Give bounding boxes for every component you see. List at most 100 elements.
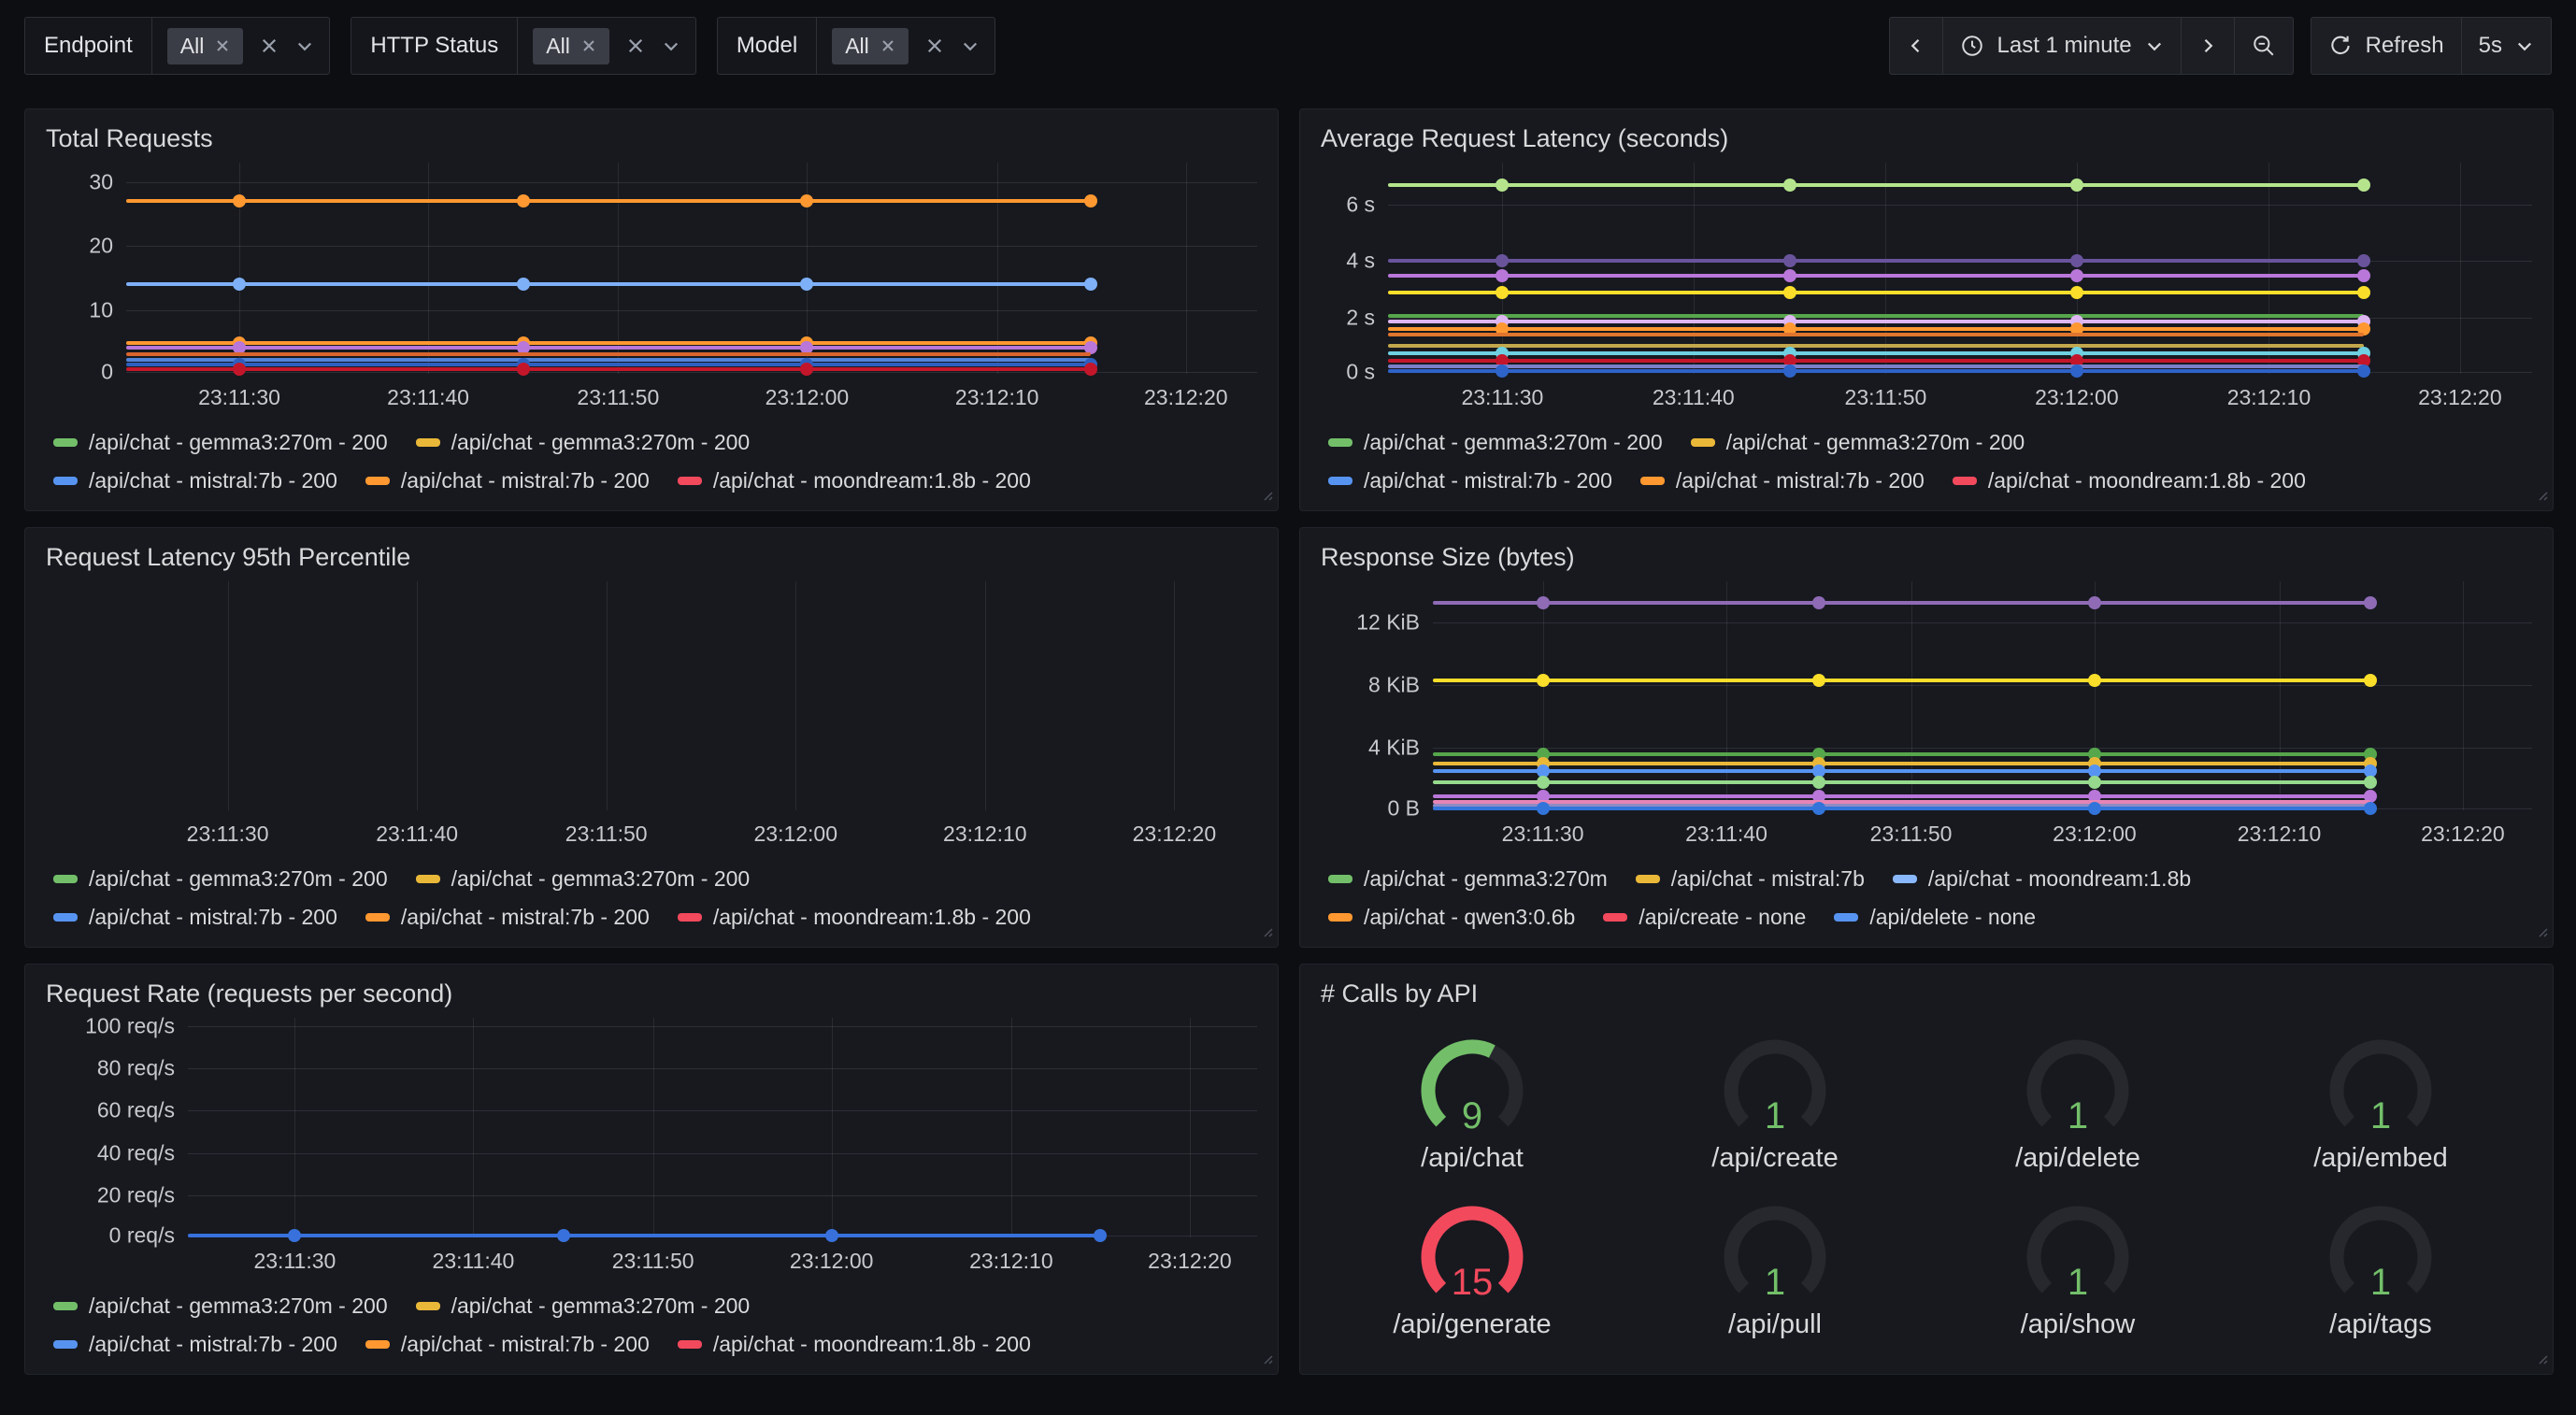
zoom-out-button[interactable] bbox=[2235, 17, 2294, 75]
plot-area[interactable] bbox=[126, 163, 1257, 374]
time-range-picker[interactable]: Last 1 minute bbox=[1943, 17, 2182, 75]
plot-area[interactable] bbox=[1388, 163, 2532, 374]
remove-value-icon[interactable] bbox=[880, 38, 895, 53]
chevron-right-icon bbox=[2198, 36, 2217, 55]
x-axis-tick-label: 23:11:30 bbox=[187, 822, 269, 847]
filter-http-status-value-picker[interactable]: All bbox=[518, 18, 695, 74]
legend-item[interactable]: /api/chat - moondream:1.8b - 200 bbox=[678, 905, 1031, 930]
resize-handle[interactable] bbox=[1260, 488, 1273, 506]
panel-title[interactable]: Average Request Latency (seconds) bbox=[1321, 124, 2532, 153]
resize-handle[interactable] bbox=[2535, 924, 2548, 942]
x-axis-tick-label: 23:11:30 bbox=[1502, 822, 1584, 847]
filter-model-value-picker[interactable]: All bbox=[817, 18, 995, 74]
legend-item[interactable]: /api/delete - none bbox=[1834, 905, 2036, 930]
gridline bbox=[1726, 581, 1727, 810]
plot-area[interactable] bbox=[74, 581, 1257, 810]
legend-item[interactable]: /api/chat - gemma3:270m - 200 bbox=[1328, 430, 1663, 455]
legend-color-chip bbox=[53, 875, 78, 883]
legend-item[interactable]: /api/chat - mistral:7b - 200 bbox=[365, 468, 650, 493]
x-axis-tick-label: 23:12:20 bbox=[2418, 385, 2502, 410]
legend-item[interactable]: /api/chat - moondream:1.8b bbox=[1893, 866, 2191, 892]
filter-chip[interactable]: All bbox=[832, 28, 909, 64]
panel-title[interactable]: Request Latency 95th Percentile bbox=[46, 543, 1257, 572]
filter-chip-label: All bbox=[845, 34, 869, 59]
legend-item[interactable]: /api/chat - gemma3:270m - 200 bbox=[53, 866, 388, 892]
filter-chip[interactable]: All bbox=[167, 28, 244, 64]
panel-title[interactable]: Total Requests bbox=[46, 124, 1257, 153]
refresh-button[interactable]: Refresh bbox=[2311, 17, 2462, 75]
time-range-label: Last 1 minute bbox=[1997, 33, 2132, 59]
legend-item[interactable]: /api/chat - mistral:7b - 200 bbox=[53, 905, 337, 930]
legend-item[interactable]: /api/chat - mistral:7b - 200 bbox=[1328, 468, 1612, 493]
legend-item[interactable]: /api/chat - mistral:7b - 200 bbox=[365, 1332, 650, 1357]
zoom-out-icon bbox=[2252, 34, 2276, 58]
gauge-arc: 9 bbox=[1397, 1031, 1547, 1141]
filter-endpoint-value-picker[interactable]: All bbox=[152, 18, 330, 74]
panel-title[interactable]: # Calls by API bbox=[1321, 979, 2532, 1008]
x-axis-tick-label: 23:12:00 bbox=[790, 1249, 874, 1274]
panel-title[interactable]: Response Size (bytes) bbox=[1321, 543, 2532, 572]
legend-label: /api/chat - mistral:7b - 200 bbox=[89, 1332, 337, 1357]
remove-value-icon[interactable] bbox=[215, 38, 230, 53]
legend-item[interactable]: /api/chat - gemma3:270m bbox=[1328, 866, 1608, 892]
legend-item[interactable]: /api/chat - gemma3:270m - 200 bbox=[416, 430, 751, 455]
legend-color-chip bbox=[53, 1302, 78, 1310]
clear-all-icon[interactable] bbox=[626, 36, 645, 55]
legend-color-chip bbox=[1636, 875, 1660, 883]
chevron-down-icon[interactable] bbox=[295, 36, 314, 55]
x-axis: 23:11:3023:11:4023:11:5023:12:0023:12:10… bbox=[74, 810, 1257, 850]
time-back-button[interactable] bbox=[1889, 17, 1943, 75]
legend-item[interactable]: /api/chat - gemma3:270m - 200 bbox=[416, 1294, 751, 1319]
resize-handle[interactable] bbox=[1260, 924, 1273, 942]
legend-item[interactable]: /api/chat - gemma3:270m - 200 bbox=[416, 866, 751, 892]
chevron-down-icon[interactable] bbox=[961, 36, 980, 55]
chevron-down-icon bbox=[2145, 36, 2164, 55]
series-line bbox=[126, 341, 1091, 345]
gridline bbox=[2268, 163, 2269, 374]
legend-row: /api/chat - gemma3:270m - 200/api/chat -… bbox=[53, 866, 1257, 892]
gridline bbox=[1186, 163, 1187, 374]
plot-wrap bbox=[46, 581, 1257, 810]
legend-item[interactable]: /api/chat - moondream:1.8b - 200 bbox=[678, 1332, 1031, 1357]
legend-item[interactable]: /api/chat - gemma3:270m - 200 bbox=[53, 430, 388, 455]
x-axis-tick-label: 23:12:00 bbox=[753, 822, 837, 847]
legend-item[interactable]: /api/create - none bbox=[1603, 905, 1806, 930]
gauge-arc: 1 bbox=[2306, 1031, 2455, 1141]
legend: /api/chat - gemma3:270m - 200/api/chat -… bbox=[1321, 413, 2532, 499]
legend-item[interactable]: /api/chat - mistral:7b - 200 bbox=[365, 905, 650, 930]
refresh-interval-picker[interactable]: 5s bbox=[2462, 17, 2552, 75]
panel-total-requests: Total Requests 010203023:11:3023:11:4023… bbox=[24, 108, 1279, 511]
gauge-label: /api/delete bbox=[2015, 1143, 2140, 1174]
legend-item[interactable]: /api/chat - moondream:1.8b - 200 bbox=[1953, 468, 2306, 493]
legend-item[interactable]: /api/chat - mistral:7b - 200 bbox=[53, 468, 337, 493]
legend-item[interactable]: /api/chat - gemma3:270m - 200 bbox=[53, 1294, 388, 1319]
gauge-grid-calls-by-api: 9/api/chat1/api/create1/api/delete1/api/… bbox=[1321, 1008, 2532, 1363]
resize-handle[interactable] bbox=[2535, 488, 2548, 506]
legend-item[interactable]: /api/chat - mistral:7b bbox=[1636, 866, 1865, 892]
gauge--api-create: 1/api/create bbox=[1700, 1031, 1850, 1174]
plot-area[interactable] bbox=[1433, 581, 2532, 810]
y-axis-tick-label: 10 bbox=[89, 297, 113, 322]
legend-item[interactable]: /api/chat - moondream:1.8b - 200 bbox=[678, 468, 1031, 493]
x-axis-tick-label: 23:11:50 bbox=[612, 1249, 694, 1274]
y-axis-tick-label: 2 s bbox=[1346, 305, 1375, 330]
clear-all-icon[interactable] bbox=[260, 36, 279, 55]
chevron-down-icon[interactable] bbox=[662, 36, 680, 55]
panel-title[interactable]: Request Rate (requests per second) bbox=[46, 979, 1257, 1008]
y-axis-tick-label: 20 req/s bbox=[97, 1182, 175, 1208]
x-axis-tick-label: 23:11:40 bbox=[433, 1249, 515, 1274]
legend-label: /api/chat - mistral:7b - 200 bbox=[1676, 468, 1925, 493]
gridline bbox=[985, 581, 986, 810]
resize-handle[interactable] bbox=[1260, 1351, 1273, 1369]
filter-chip[interactable]: All bbox=[533, 28, 609, 64]
clear-all-icon[interactable] bbox=[925, 36, 944, 55]
plot-area[interactable] bbox=[188, 1018, 1257, 1237]
remove-value-icon[interactable] bbox=[581, 38, 596, 53]
legend-item[interactable]: /api/chat - mistral:7b - 200 bbox=[53, 1332, 337, 1357]
legend-item[interactable]: /api/chat - mistral:7b - 200 bbox=[1640, 468, 1925, 493]
legend-item[interactable]: /api/chat - gemma3:270m - 200 bbox=[1691, 430, 2025, 455]
gridline bbox=[188, 1068, 1257, 1069]
legend-item[interactable]: /api/chat - qwen3:0.6b bbox=[1328, 905, 1575, 930]
resize-handle[interactable] bbox=[2535, 1351, 2548, 1369]
time-forward-button[interactable] bbox=[2182, 17, 2235, 75]
